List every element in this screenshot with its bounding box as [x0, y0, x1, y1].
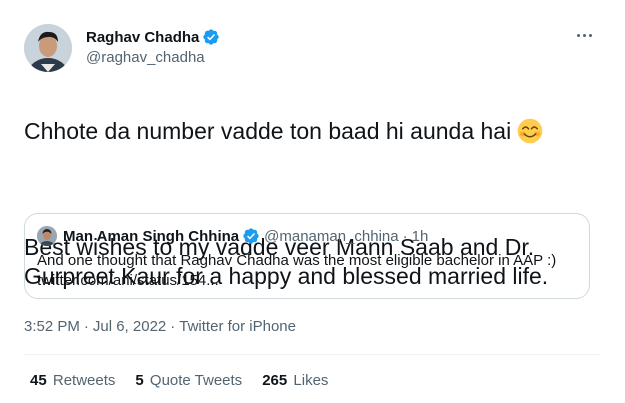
- author-name-row: Raghav Chadha: [86, 28, 220, 46]
- quote-tweets-stat[interactable]: 5 Quote Tweets: [135, 372, 242, 389]
- meta-separator-dot: ·: [83, 318, 89, 335]
- likes-stat[interactable]: 265 Likes: [262, 372, 328, 389]
- quoted-author-avatar: [37, 226, 57, 246]
- quoted-separator-dot: ·: [402, 227, 408, 245]
- tweet-meta: 3:52 PM · Jul 6, 2022 · Twitter for iPho…: [24, 318, 296, 335]
- tweet-source[interactable]: Twitter for iPhone: [179, 318, 296, 335]
- tweet-text-line1: Chhote da number vadde ton baad hi aunda…: [24, 118, 512, 144]
- quoted-link[interactable]: twitter.com/ani/status/154...: [37, 271, 577, 291]
- retweets-label: Retweets: [52, 372, 116, 389]
- quoted-author-handle: @manaman_chhina: [264, 227, 399, 245]
- quoted-tweet[interactable]: Man Aman Singh Chhina @manaman_chhina · …: [24, 213, 590, 299]
- quoted-text: And one thought that Raghav Chadha was t…: [37, 252, 557, 269]
- verified-badge-icon: [243, 228, 259, 244]
- retweets-count: 45: [30, 372, 47, 389]
- meta-separator-dot: ·: [170, 318, 176, 335]
- author-avatar-image: [24, 24, 72, 72]
- smiling-face-emoji: [517, 118, 543, 144]
- quoted-timestamp: 1h: [411, 227, 429, 245]
- quote-tweets-label: Quote Tweets: [149, 372, 243, 389]
- quoted-tweet-text: And one thought that Raghav Chadha was t…: [37, 251, 577, 291]
- tweet-date[interactable]: Jul 6, 2022: [93, 318, 166, 335]
- author-handle[interactable]: @raghav_chadha: [86, 49, 205, 66]
- author-display-name[interactable]: Raghav Chadha: [86, 29, 199, 46]
- quoted-tweet-header: Man Aman Singh Chhina @manaman_chhina · …: [37, 226, 428, 246]
- more-options-icon[interactable]: [570, 25, 598, 45]
- likes-count: 265: [262, 372, 288, 389]
- tweet-stats: 45 Retweets 5 Quote Tweets 265 Likes: [30, 372, 348, 389]
- likes-label: Likes: [293, 372, 329, 389]
- verified-badge-icon: [203, 29, 220, 45]
- divider: [24, 354, 601, 355]
- quoted-author-name: Man Aman Singh Chhina: [63, 227, 240, 245]
- author-avatar[interactable]: [24, 24, 72, 72]
- tweet-time[interactable]: 3:52 PM: [24, 318, 80, 335]
- tweet-card: Raghav Chadha @raghav_chadha Chhote da n…: [0, 0, 625, 403]
- quote-tweets-count: 5: [135, 372, 144, 389]
- retweets-stat[interactable]: 45 Retweets: [30, 372, 115, 389]
